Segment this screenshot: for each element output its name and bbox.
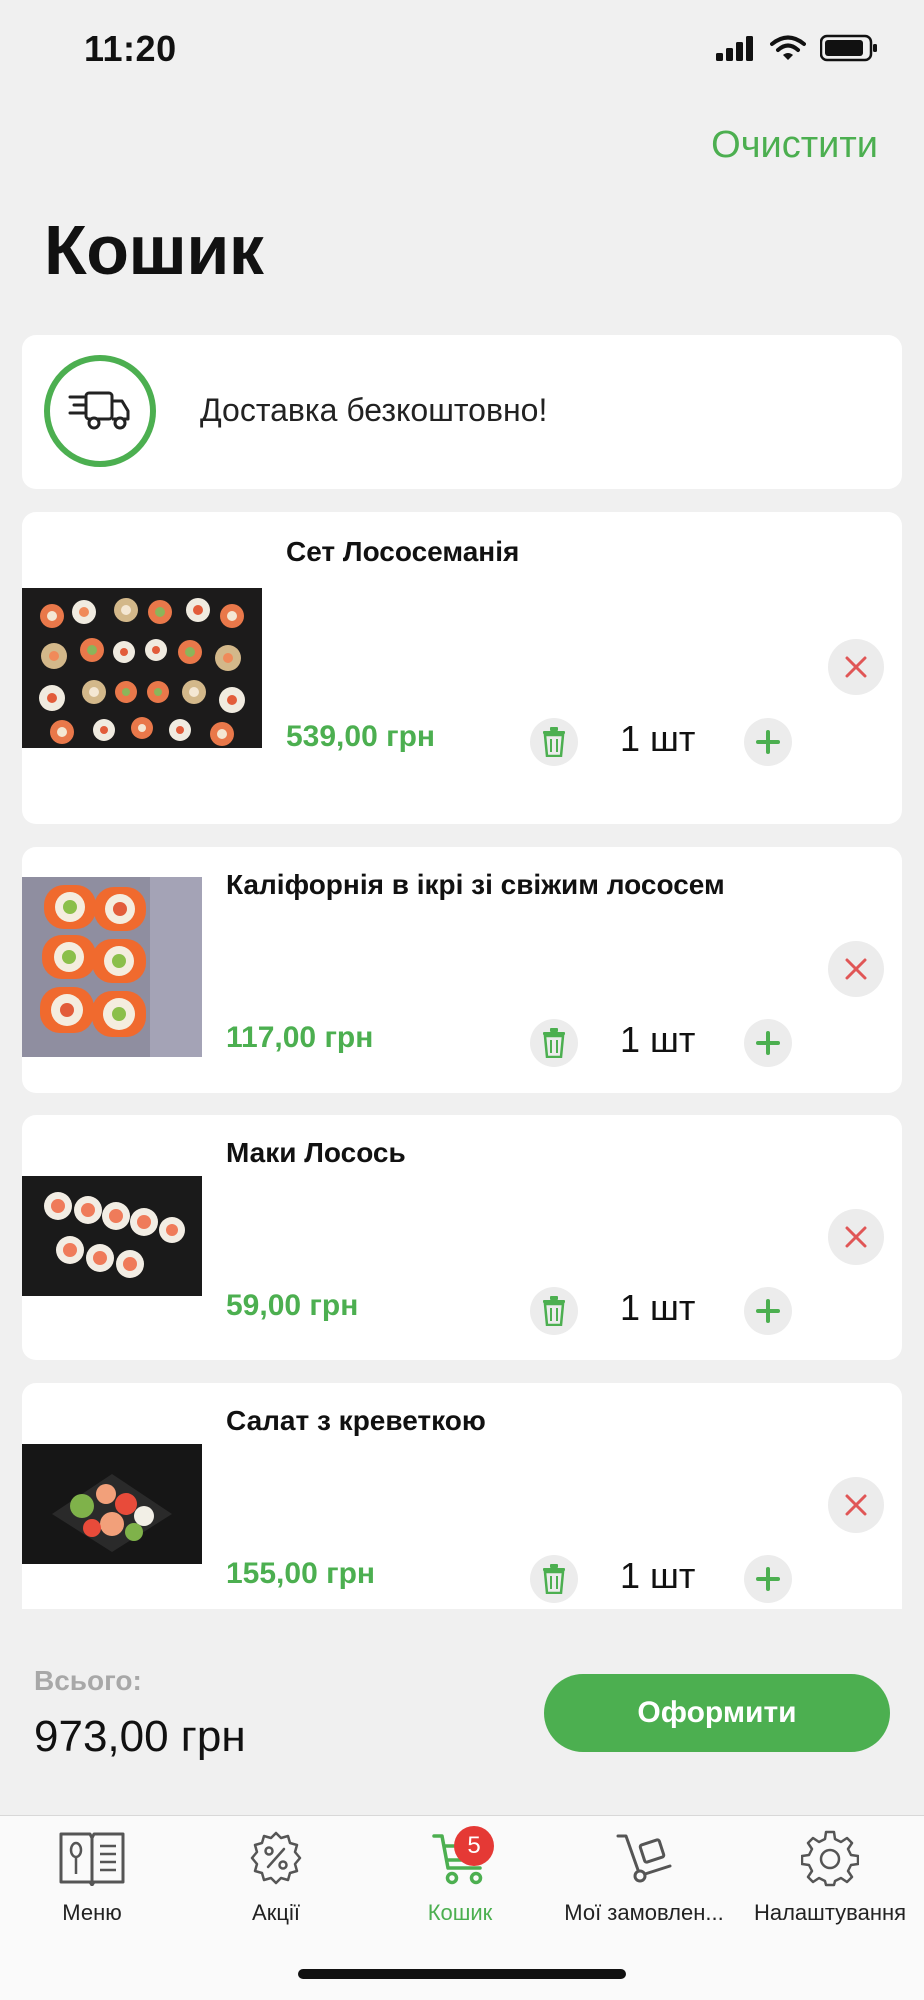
discount-icon — [240, 1826, 312, 1890]
total-value: 973,00 грн — [34, 1712, 246, 1761]
item-price: 117,00 грн — [226, 1021, 374, 1054]
increase-quantity-button[interactable] — [744, 1287, 792, 1335]
item-name: Салат з креветкою — [226, 1405, 486, 1436]
item-quantity: 1 шт — [620, 1287, 696, 1328]
product-image[interactable] — [22, 588, 262, 748]
product-image[interactable] — [22, 877, 202, 1057]
decrease-quantity-button[interactable] — [530, 1287, 578, 1335]
menu-book-icon — [56, 1826, 128, 1890]
item-quantity: 1 шт — [620, 718, 696, 759]
close-icon — [845, 1494, 867, 1516]
dolly-icon — [608, 1826, 680, 1890]
cart-item: Сет Лососеманія 539,00 грн 1 шт — [22, 512, 902, 824]
delivery-text: Доставка безкоштовно! — [200, 392, 548, 428]
item-name: Маки Лосось — [226, 1137, 406, 1168]
decrease-quantity-button[interactable] — [530, 718, 578, 766]
plus-icon — [756, 1299, 780, 1323]
item-name: Каліфорнія в ікрі зі свіжим лососем — [226, 869, 725, 900]
tab-cart[interactable]: 5 Кошик — [368, 1826, 552, 1946]
item-price: 539,00 грн — [286, 720, 436, 753]
gear-icon — [794, 1826, 866, 1890]
cart-item: Каліфорнія в ікрі зі свіжим лососем 117,… — [22, 847, 902, 1093]
clear-cart-button[interactable]: Очистити — [711, 124, 878, 167]
remove-item-button[interactable] — [828, 941, 884, 997]
delivery-icon-circle — [44, 355, 156, 467]
product-image[interactable] — [22, 1444, 202, 1564]
tab-label: Меню — [62, 1900, 122, 1925]
battery-icon — [820, 34, 877, 62]
product-image[interactable] — [22, 1176, 202, 1296]
trash-icon — [543, 727, 565, 757]
tab-bar: Меню Акції 5 Кошик Мої замовлен... Налаш… — [0, 1815, 924, 2000]
total-label: Всього: — [34, 1665, 142, 1696]
item-name: Сет Лососеманія — [286, 536, 520, 567]
signal-icon — [716, 36, 753, 61]
tab-label: Кошик — [427, 1900, 493, 1925]
tab-my-orders[interactable]: Мої замовлен... — [552, 1826, 736, 1946]
status-bar: 11:20 — [0, 0, 924, 100]
trash-icon — [543, 1296, 565, 1326]
tab-label: Мої замовлен... — [564, 1900, 724, 1925]
trash-icon — [543, 1028, 565, 1058]
increase-quantity-button[interactable] — [744, 1019, 792, 1067]
item-price: 155,00 грн — [226, 1557, 376, 1590]
delivery-truck-icon — [68, 391, 130, 430]
cart-item: Салат з креветкою 155,00 грн 1 шт — [22, 1383, 902, 1609]
close-icon — [845, 958, 867, 980]
decrease-quantity-button[interactable] — [530, 1555, 578, 1603]
close-icon — [845, 656, 867, 678]
trash-icon — [543, 1564, 565, 1594]
plus-icon — [756, 1567, 780, 1591]
item-quantity: 1 шт — [620, 1555, 696, 1596]
tab-label: Налаштування — [753, 1900, 907, 1925]
remove-item-button[interactable] — [828, 1209, 884, 1265]
remove-item-button[interactable] — [828, 639, 884, 695]
tab-settings[interactable]: Налаштування — [738, 1826, 922, 1946]
tab-menu[interactable]: Меню — [0, 1826, 184, 1946]
item-quantity: 1 шт — [620, 1019, 696, 1060]
close-icon — [845, 1226, 867, 1248]
cart-count-badge: 5 — [454, 1826, 494, 1866]
remove-item-button[interactable] — [828, 1477, 884, 1533]
status-icons — [716, 34, 878, 62]
wifi-icon — [770, 35, 806, 60]
decrease-quantity-button[interactable] — [530, 1019, 578, 1067]
tab-promotions[interactable]: Акції — [184, 1826, 368, 1946]
increase-quantity-button[interactable] — [744, 718, 792, 766]
increase-quantity-button[interactable] — [744, 1555, 792, 1603]
status-time: 11:20 — [84, 28, 177, 69]
plus-icon — [756, 1031, 780, 1055]
tab-label: Акції — [252, 1900, 300, 1925]
cart-icon: 5 — [424, 1826, 496, 1890]
delivery-banner: Доставка безкоштовно! — [22, 335, 902, 489]
page-title: Кошик — [44, 211, 264, 289]
home-indicator — [298, 1969, 626, 1979]
cart-item: Маки Лосось 59,00 грн 1 шт — [22, 1115, 902, 1360]
plus-icon — [756, 730, 780, 754]
item-price: 59,00 грн — [226, 1289, 359, 1322]
checkout-button[interactable]: Оформити — [544, 1674, 890, 1752]
